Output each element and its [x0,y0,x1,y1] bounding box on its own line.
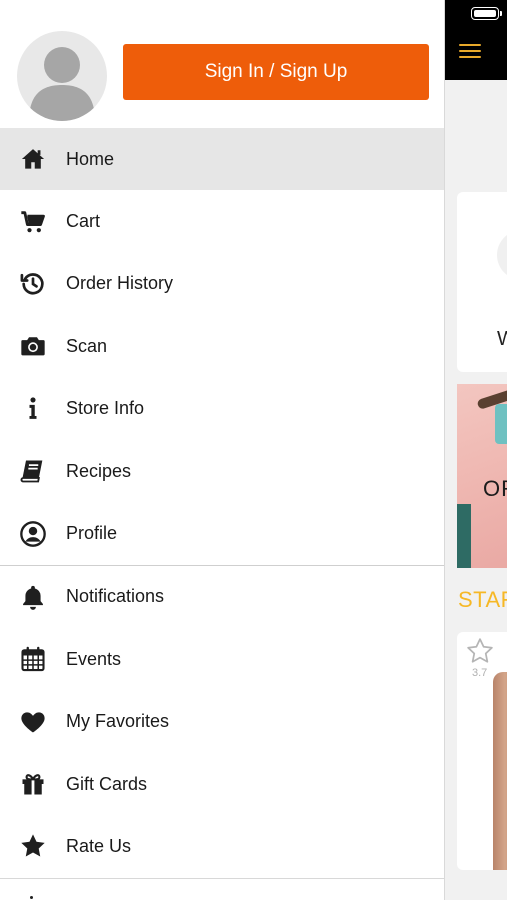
menu-item-my-favorites[interactable]: My Favorites [0,691,444,753]
menu-item-label: Notifications [66,586,165,607]
camera-icon [18,331,48,361]
menu-item-store-info[interactable]: Store Info [0,378,444,440]
menu-item-label: Home [66,148,115,169]
menu-overflow-divider [0,878,444,900]
menu-item-label: Store Info [66,398,145,419]
book-icon [18,456,48,486]
menu-item-gift-cards[interactable]: Gift Cards [0,753,444,815]
info-icon [18,394,48,424]
star-icon [18,831,48,861]
user-circle-icon [18,519,48,549]
bell-icon [18,582,48,612]
menu-item-label: Cart [66,211,101,232]
avatar-placeholder-icon[interactable] [17,31,107,121]
sign-in-button[interactable]: Sign In / Sign Up [123,44,429,100]
history-icon [18,269,48,299]
menu-item-order-history[interactable]: Order History [0,253,444,315]
promo-banner[interactable]: OR [457,384,507,568]
banner-bottle-image [495,404,507,444]
menu-item-cart[interactable]: Cart [0,190,444,252]
menu-item-profile[interactable]: Profile [0,502,444,564]
drawer-menu: Home Cart Order History Scan Store Info … [0,128,444,878]
more-items-indicator [30,896,33,899]
menu-divider [0,878,444,879]
menu-item-home[interactable]: Home [0,128,444,191]
section-title: STAF [458,587,507,612]
menu-item-label: Gift Cards [66,773,148,794]
menu-item-rate-us[interactable]: Rate Us [0,815,444,877]
banner-decoration [457,504,471,568]
top-bar [445,0,507,80]
menu-item-label: Rate Us [66,835,132,856]
drawer-header: Sign In / Sign Up [0,0,444,128]
menu-item-label: Scan [66,335,108,356]
home-icon [18,144,48,174]
menu-item-scan[interactable]: Scan [0,315,444,377]
menu-item-label: Recipes [66,460,132,481]
menu-item-label: Events [66,648,122,669]
welcome-image [497,230,507,280]
menu-item-label: Profile [66,523,118,544]
battery-icon [471,7,502,20]
welcome-card[interactable]: W [457,192,507,372]
menu-item-notifications[interactable]: Notifications [0,566,444,628]
heart-icon [18,707,48,737]
star-outline-icon[interactable] [465,636,495,666]
rating-value: 3.7 [472,667,488,679]
hamburger-icon[interactable] [457,38,485,66]
banner-text: OR [483,476,507,501]
main-screen: W OR STAF 3.7 [445,0,507,900]
menu-item-label: My Favorites [66,711,170,732]
menu-item-label: Order History [66,273,174,294]
product-card[interactable]: 3.7 [457,632,507,870]
product-image [493,672,507,870]
gift-icon [18,769,48,799]
navigation-drawer: Sign In / Sign Up Home Cart Order Histor… [0,0,445,900]
app-screen: W OR STAF 3.7 Sign In / Sign U [0,0,507,900]
welcome-text: W [497,328,507,350]
cart-icon [18,207,48,237]
calendar-icon [18,644,48,674]
menu-item-events[interactable]: Events [0,628,444,690]
menu-item-recipes[interactable]: Recipes [0,440,444,502]
